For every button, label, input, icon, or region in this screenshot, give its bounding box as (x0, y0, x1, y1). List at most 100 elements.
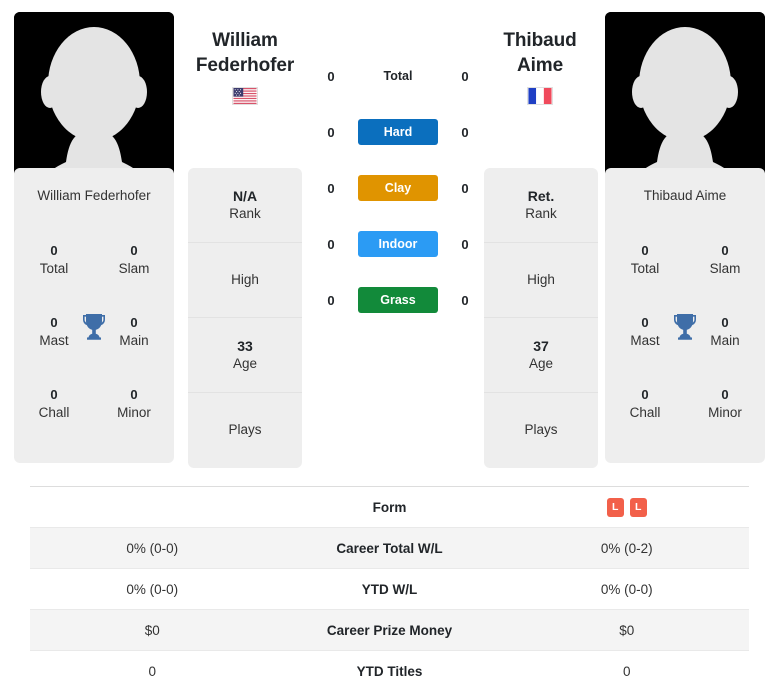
table-row: 0% (0-0) Career Total W/L 0% (0-2) (30, 528, 749, 569)
surface-left-count: 0 (327, 292, 335, 308)
surface-left-count: 0 (327, 68, 335, 84)
surface-titles-table: 0 Total 0 0 Hard 0 0 Clay 0 0 Indoor 0 0… (318, 62, 478, 314)
title-count: 0 (721, 386, 729, 402)
rank-value-left: N/A (232, 187, 258, 204)
info-cell-rank-left: N/A Rank (188, 168, 302, 243)
row-label-ytd-titles: YTD Titles (356, 664, 423, 679)
title-label: Slam (709, 261, 741, 277)
row-left-value: 0 (148, 664, 156, 679)
row-label-ytd-wl: YTD W/L (361, 581, 418, 597)
surface-right-count: 0 (461, 68, 469, 84)
titles-row: 0 Chall 0 Minor (605, 368, 765, 440)
title-stat-chall-right: 0 Chall (605, 385, 685, 423)
row-label-career-prize-money: Career Prize Money (326, 622, 453, 638)
surface-label-hard: Hard (358, 119, 438, 145)
title-stat-minor-left: 0 Minor (94, 385, 174, 423)
trophy-icon (672, 312, 698, 340)
title-stat-chall-left: 0 Chall (14, 385, 94, 423)
age-label-left: Age (232, 355, 258, 371)
title-stat-slam-right: 0 Slam (685, 241, 765, 279)
titles-row: 0 Chall 0 Minor (14, 368, 174, 440)
form-badge: L (629, 497, 647, 517)
player-last-name-left: Federhofer (195, 55, 295, 77)
table-row: 0 YTD Titles 0 (30, 651, 749, 692)
info-cell-rank-right: Ret. Rank (484, 168, 598, 243)
info-cell-age-right: 37 Age (484, 318, 598, 393)
player-first-name-left: William (212, 30, 278, 51)
player-last-name-right: Aime (516, 55, 564, 77)
row-left-value: $0 (144, 622, 160, 638)
info-cell-plays-left: Plays (188, 393, 302, 468)
player-card-name-left: William Federhofer (37, 188, 151, 203)
title-stat-total-left: 0 Total (14, 241, 94, 279)
rank-label-left: Rank (229, 205, 261, 221)
row-left-value: 0% (0-0) (126, 581, 179, 597)
row-label-form: Form (372, 499, 407, 515)
trophy-icon (81, 312, 107, 340)
titles-grid-right: 0 Total 0 Slam 0 Mast 0 Main 0 Chall 0 M… (605, 224, 765, 463)
table-row: 0% (0-0) YTD W/L 0% (0-0) (30, 569, 749, 610)
form-badges-right: LL (505, 497, 750, 517)
player-titles-card-left: William Federhofer 0 Total 0 Slam 0 Mast (14, 168, 174, 463)
player-info-card-left: N/A Rank High 33 Age Plays (188, 168, 302, 468)
surface-right-count: 0 (461, 236, 469, 252)
row-right-value: $0 (619, 622, 635, 638)
surface-right-count: 0 (461, 180, 469, 196)
surface-left-count: 0 (327, 236, 335, 252)
title-count: 0 (130, 386, 138, 402)
player-info-card-right: Ret. Rank High 37 Age Plays (484, 168, 598, 468)
row-right-value: 0% (0-0) (600, 581, 653, 597)
title-count: 0 (641, 386, 649, 402)
title-stat-minor-right: 0 Minor (685, 385, 765, 423)
title-label: Total (39, 261, 69, 277)
title-count: 0 (721, 242, 729, 258)
table-row-form: Form LL (30, 487, 749, 528)
player-name-block-right: Thibaud Aime (455, 28, 625, 106)
row-right-value: 0% (0-2) (600, 540, 653, 556)
row-right-value: 0 (622, 664, 631, 679)
title-stat-slam-left: 0 Slam (94, 241, 174, 279)
plays-label-right: Plays (524, 422, 558, 438)
high-label-left: High (231, 271, 259, 287)
title-label: Chall (38, 405, 70, 421)
title-label: Minor (117, 405, 151, 421)
info-cell-age-left: 33 Age (188, 318, 302, 393)
age-value-left: 33 (237, 337, 253, 354)
player-flag-wrap-right (455, 87, 625, 106)
table-row: $0 Career Prize Money $0 (30, 610, 749, 651)
plays-label-left: Plays (228, 422, 262, 438)
titles-row: 0 Total 0 Slam (14, 224, 174, 296)
row-label-career-total-wl: Career Total W/L (336, 540, 443, 556)
surface-label-total: Total (383, 69, 413, 83)
player-titles-card-right: Thibaud Aime 0 Total 0 Slam 0 Mast 0 Mai… (605, 168, 765, 463)
title-count: 0 (50, 386, 58, 402)
surface-left-count: 0 (327, 124, 335, 140)
form-right-cell: LL (505, 497, 750, 517)
titles-grid-left: 0 Total 0 Slam 0 Mast 0 Main 0 Chall 0 M… (14, 224, 174, 463)
row-left-value: 0% (0-0) (126, 540, 179, 556)
titles-row: 0 Total 0 Slam (605, 224, 765, 296)
rank-label-right: Rank (525, 205, 557, 221)
player-name-block-left: William Federhofer (160, 28, 330, 106)
surface-label-grass: Grass (358, 287, 438, 313)
surface-label-indoor: Indoor (358, 231, 438, 257)
player-comparison-header: William Federhofer Thibaud Aime 0 Total … (0, 0, 779, 472)
player-flag-wrap-left (160, 87, 330, 106)
high-label-right: High (527, 271, 555, 287)
age-label-right: Age (528, 355, 554, 371)
title-count: 0 (130, 242, 138, 258)
surface-row: 0 Clay 0 (318, 174, 478, 202)
surface-right-count: 0 (461, 292, 469, 308)
title-count: 0 (50, 242, 58, 258)
comparison-stats-table: Form LL 0% (0-0) Career Total W/L 0% (0-… (30, 486, 749, 692)
title-label: Slam (118, 261, 150, 277)
us-flag-icon (232, 87, 258, 106)
title-stat-total-right: 0 Total (605, 241, 685, 279)
player-card-name-right: Thibaud Aime (643, 188, 727, 203)
info-cell-plays-right: Plays (484, 393, 598, 468)
player-first-name-right: Thibaud (503, 30, 577, 51)
surface-row: 0 Hard 0 (318, 118, 478, 146)
surface-row: 0 Indoor 0 (318, 230, 478, 258)
form-badge: L (606, 497, 624, 517)
rank-value-right: Ret. (527, 187, 555, 204)
